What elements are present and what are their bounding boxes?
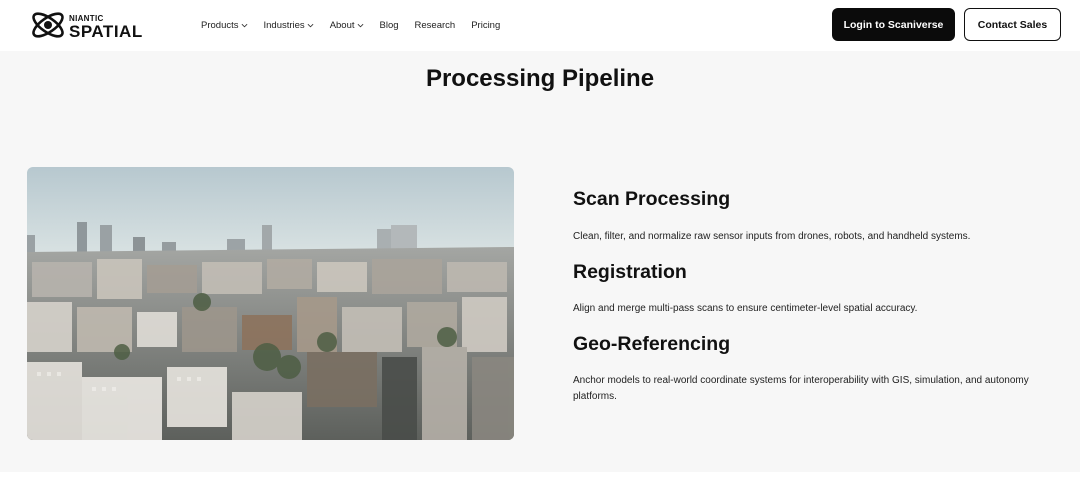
nav-item-label: Products bbox=[201, 19, 239, 31]
nav-item-blog[interactable]: Blog bbox=[380, 20, 399, 31]
site-header: NIANTIC SPATIAL Products Industries Abou… bbox=[0, 0, 1080, 51]
nav-item-label: Pricing bbox=[471, 19, 501, 31]
nav-item-label: Research bbox=[414, 19, 456, 31]
step-title-scan-processing: Scan Processing bbox=[573, 188, 731, 210]
nav-item-research[interactable]: Research bbox=[415, 20, 456, 31]
step-desc-registration: Align and merge multi-pass scans to ensu… bbox=[573, 303, 918, 314]
chevron-down-icon bbox=[241, 23, 247, 27]
step-title-registration: Registration bbox=[573, 261, 687, 283]
nav-item-label: About bbox=[329, 19, 355, 31]
processing-pipeline-section: Processing Pipeline Scan Processing Clea… bbox=[0, 51, 1080, 472]
chevron-down-icon bbox=[357, 23, 363, 27]
step-desc-scan-processing: Clean, filter, and normalize raw sensor … bbox=[573, 231, 971, 242]
niantic-spatial-logo[interactable]: NIANTIC SPATIAL bbox=[29, 6, 142, 44]
nav-item-label: Blog bbox=[379, 19, 399, 31]
step-desc-geo-referencing: Anchor models to real-world coordinate s… bbox=[573, 375, 1029, 402]
nav-item-about[interactable]: About bbox=[330, 20, 364, 31]
nav-item-pricing[interactable]: Pricing bbox=[471, 20, 500, 31]
contact-sales-button[interactable]: Contact Sales bbox=[964, 8, 1061, 41]
nav-item-products[interactable]: Products bbox=[201, 20, 248, 31]
login-scaniverse-button[interactable]: Login to Scaniverse bbox=[832, 8, 955, 41]
nav-item-industries[interactable]: Industries bbox=[264, 20, 314, 31]
main-nav: Products Industries About Blog Research … bbox=[201, 18, 516, 32]
nav-item-label: Industries bbox=[263, 19, 305, 31]
section-title: Processing Pipeline bbox=[425, 65, 655, 92]
atom-logo-icon bbox=[32, 12, 64, 38]
chevron-down-icon bbox=[307, 23, 314, 27]
city-aerial-image bbox=[27, 167, 514, 440]
logo-big-text: SPATIAL bbox=[69, 22, 143, 41]
step-title-geo-referencing: Geo-Referencing bbox=[573, 333, 731, 355]
